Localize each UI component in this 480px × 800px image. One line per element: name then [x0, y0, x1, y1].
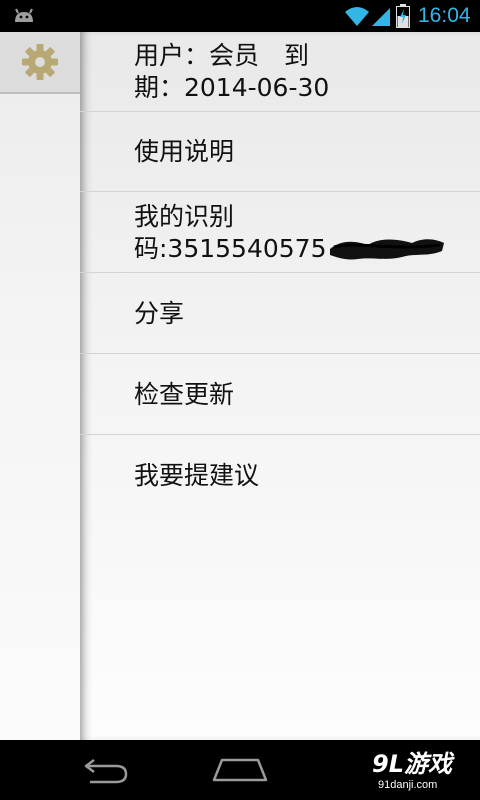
- site-watermark: 9L游戏 91danji.com: [372, 750, 472, 794]
- check-update-label: 检查更新: [134, 379, 235, 409]
- gear-icon: [22, 44, 58, 80]
- android-debug-icon: [15, 8, 33, 22]
- wifi-icon: [345, 7, 369, 26]
- menu-item-check-update[interactable]: 检查更新: [80, 355, 480, 435]
- membership-line-1: 用户：会员 到: [134, 40, 310, 70]
- menu-item-feedback[interactable]: 我要提建议: [80, 436, 480, 516]
- navigation-bar: 9L游戏 91danji.com: [0, 740, 480, 800]
- settings-button[interactable]: [0, 32, 80, 94]
- home-icon[interactable]: [212, 756, 268, 784]
- watermark-url: 91danji.com: [378, 779, 438, 791]
- device-id-text: 我的识别 码:3515540575: [134, 201, 326, 265]
- device-id-line-2: 码:3515540575: [134, 233, 327, 263]
- share-label: 分享: [134, 298, 185, 328]
- battery-charging-icon: [396, 4, 410, 28]
- membership-text: 用户：会员 到 期：2014-06-30: [134, 40, 329, 104]
- menu-item-share[interactable]: 分享: [80, 274, 480, 354]
- status-time: 16:04: [418, 4, 471, 27]
- instructions-label: 使用说明: [134, 136, 235, 166]
- menu-panel: 用户：会员 到 期：2014-06-30 使用说明 我的识别 码:3515540…: [80, 32, 480, 740]
- feedback-label: 我要提建议: [134, 461, 260, 490]
- menu-item-instructions[interactable]: 使用说明: [80, 112, 480, 192]
- device-id-line-1: 我的识别: [134, 201, 235, 231]
- membership-line-2: 期：2014-06-30: [134, 72, 330, 102]
- status-bar: 16:04: [0, 0, 480, 32]
- watermark-logo-text: 9L游戏: [372, 750, 452, 778]
- redaction-scribble: [330, 239, 444, 260]
- menu-item-membership[interactable]: 用户：会员 到 期：2014-06-30: [80, 32, 480, 112]
- sidebar-panel: [0, 32, 80, 740]
- signal-icon: [372, 8, 390, 26]
- back-icon[interactable]: [80, 754, 132, 786]
- menu-item-device-id[interactable]: 我的识别 码:3515540575: [80, 193, 480, 273]
